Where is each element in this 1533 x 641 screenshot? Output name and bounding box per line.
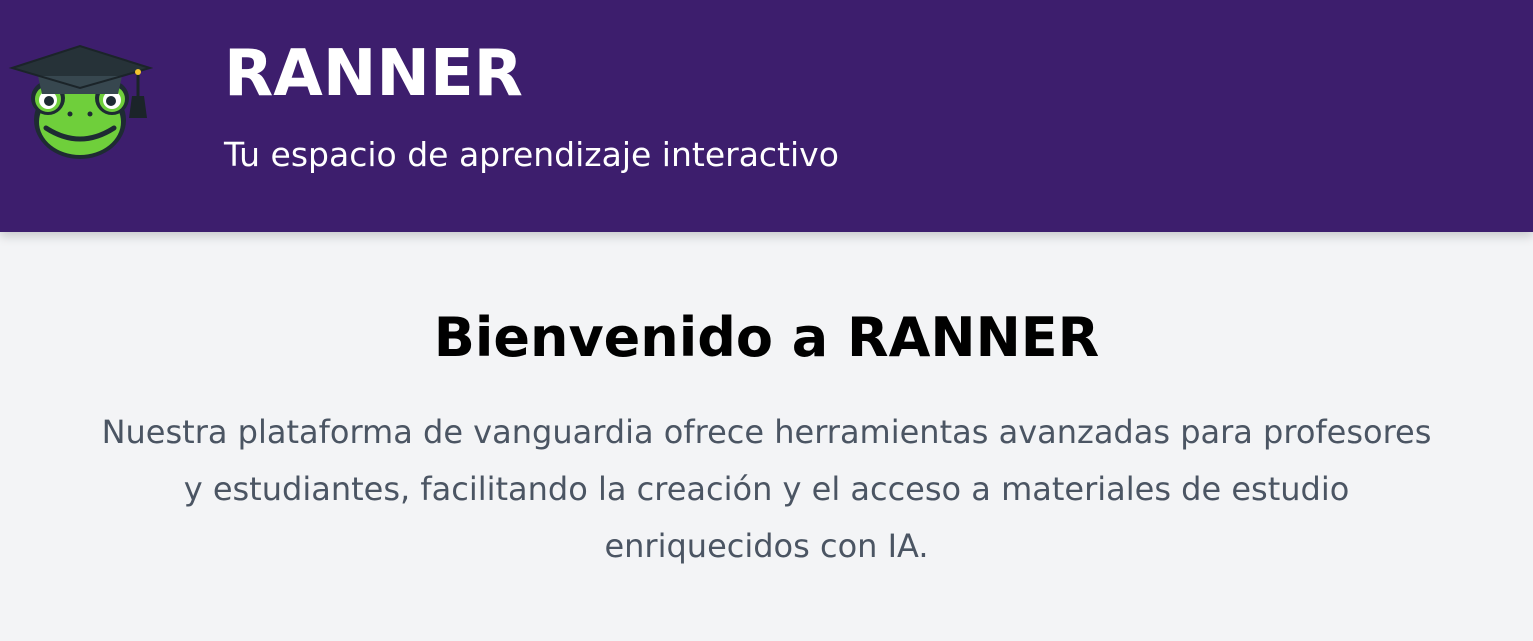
welcome-heading: Bienvenido a RANNER — [433, 306, 1100, 369]
brand-title: RANNER — [224, 37, 523, 111]
welcome-description: Nuestra plataforma de vanguardia ofrece … — [101, 413, 1432, 565]
frog-graduation-cap-icon[interactable] — [8, 42, 154, 164]
brand-subtitle: Tu espacio de aprendizaje interactivo — [224, 135, 839, 174]
site-header: RANNER Tu espacio de aprendizaje interac… — [0, 0, 1533, 232]
welcome-section: Bienvenido a RANNER Nuestra plataforma d… — [0, 232, 1533, 641]
